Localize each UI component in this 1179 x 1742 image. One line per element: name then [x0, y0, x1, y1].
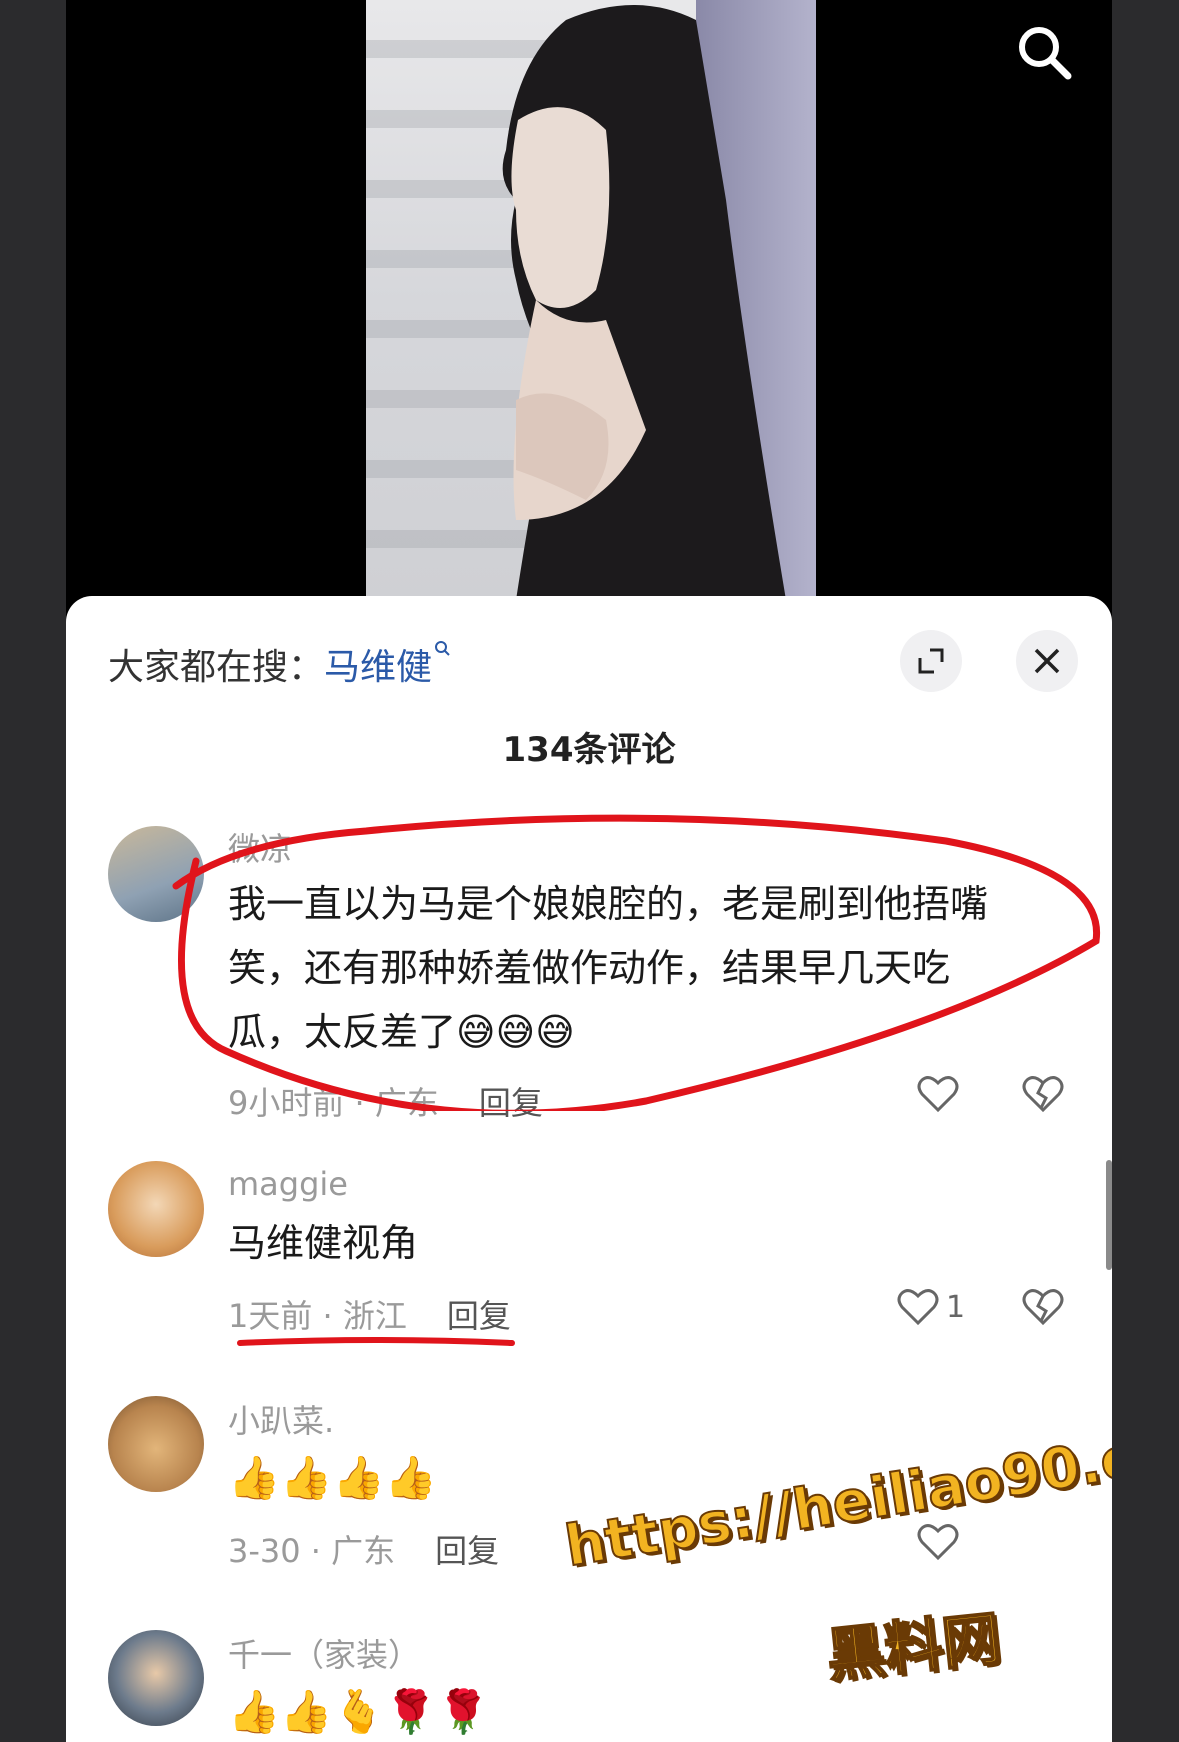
like-button[interactable]: 1: [896, 1287, 965, 1327]
comment-count: 134条评论: [502, 730, 676, 770]
expand-button[interactable]: [900, 630, 962, 692]
like-button[interactable]: [916, 1522, 960, 1562]
suggestion-prefix: 大家都在搜：: [108, 647, 325, 688]
person-silhouette: [502, 5, 786, 600]
comment-username[interactable]: maggie: [228, 1165, 348, 1203]
close-button[interactable]: [1016, 630, 1078, 692]
comment-time: 1天前 · 浙江: [228, 1297, 407, 1335]
heart-icon: [917, 1524, 959, 1561]
comment-username[interactable]: 小趴菜.: [228, 1396, 334, 1442]
close-icon: [1034, 648, 1060, 674]
red-annotation-circle: [172, 814, 1101, 1111]
broken-heart-icon: [1022, 1289, 1064, 1326]
dislike-button[interactable]: [1021, 1287, 1065, 1327]
comment-text: 马维健视角: [228, 1221, 419, 1265]
comment-username[interactable]: 千一（家装）: [228, 1630, 420, 1676]
expand-icon: [918, 648, 944, 674]
comment-time: 3-30 · 广东: [228, 1532, 396, 1570]
avatar[interactable]: [108, 1396, 204, 1492]
avatar[interactable]: [108, 1630, 204, 1726]
search-button[interactable]: [1014, 22, 1074, 82]
small-search-icon: [435, 641, 450, 656]
red-underline: [237, 1337, 515, 1346]
like-count: 1: [946, 1289, 966, 1325]
search-suggestion[interactable]: 大家都在搜：马维健: [108, 638, 452, 690]
suggestion-keyword[interactable]: 马维健: [324, 647, 432, 688]
heart-icon: [897, 1289, 939, 1326]
reply-button[interactable]: 回复: [447, 1297, 511, 1335]
comment-text: 👍👍🫰🌹🌹: [228, 1687, 490, 1736]
avatar[interactable]: [108, 1161, 204, 1257]
reply-button[interactable]: 回复: [435, 1532, 499, 1570]
comment-meta: 3-30 · 广东 回复: [228, 1526, 499, 1572]
phone-screen: 大家都在搜：马维健 134条评论 微凉 我一直以为马是个娘娘腔的，老是刷到他捂嘴…: [66, 0, 1112, 1742]
scrollbar[interactable]: [1106, 1160, 1112, 1270]
search-icon: [1019, 27, 1072, 80]
comment-meta: 1天前 · 浙江 回复: [228, 1291, 511, 1337]
video-frame: [366, 0, 816, 600]
video-player[interactable]: [66, 0, 1112, 600]
